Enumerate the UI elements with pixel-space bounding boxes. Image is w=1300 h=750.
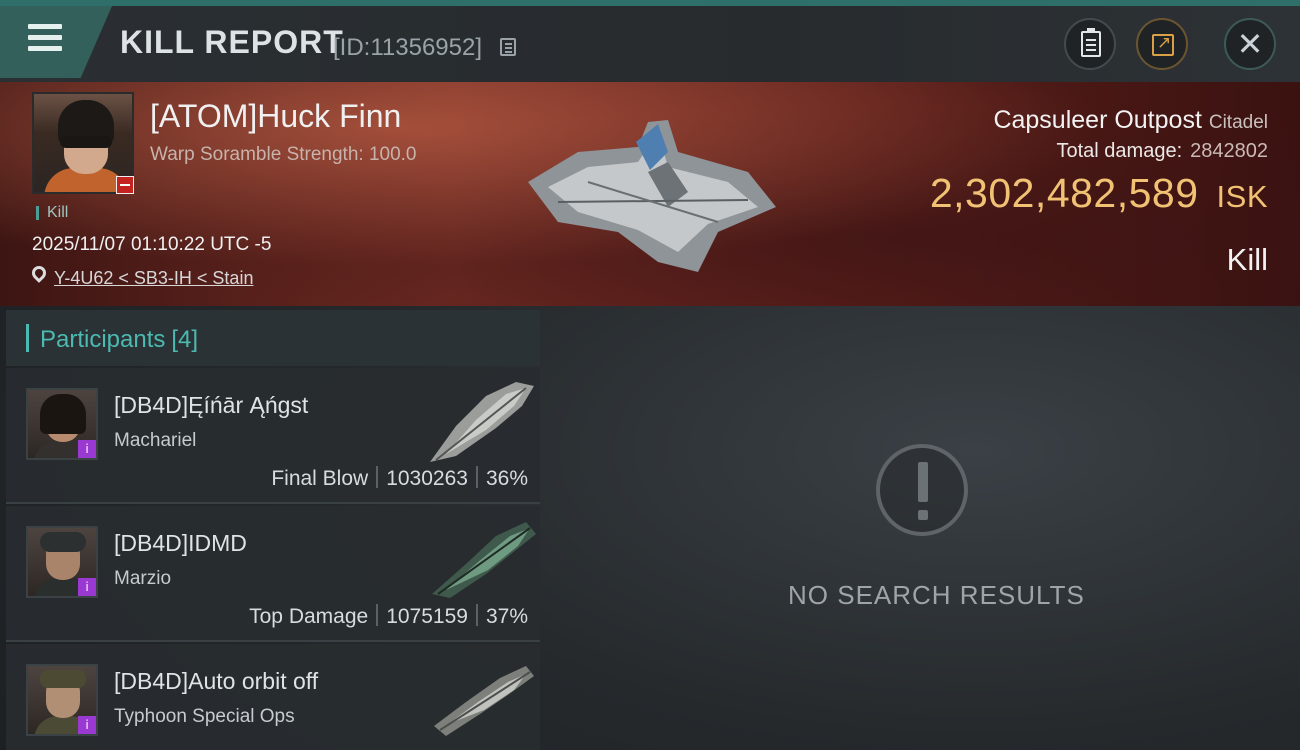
share-icon xyxy=(1152,33,1174,56)
location-pin-icon xyxy=(29,263,49,283)
total-damage-value: 2842802 xyxy=(1190,140,1268,162)
clipboard-button[interactable] xyxy=(1064,18,1116,70)
participant-role: Top Damage xyxy=(249,605,369,628)
close-icon: ✕ xyxy=(1236,25,1264,63)
participant-ship: Machariel xyxy=(114,430,197,451)
total-damage-label: Total damage: xyxy=(1056,140,1183,162)
clipboard-icon xyxy=(1081,28,1101,57)
total-damage: Total damage: 2842802 xyxy=(1056,140,1268,163)
kill-timestamp: 2025/11/07 01:10:22 UTC -5 xyxy=(32,234,272,255)
participant-name: [DB4D]Auto orbit off xyxy=(114,668,319,694)
close-button[interactable]: ✕ xyxy=(1224,18,1276,70)
participant-role: Final Blow xyxy=(271,467,369,490)
hamburger-icon xyxy=(28,24,62,57)
participant-damage: 1030263 xyxy=(386,467,468,490)
page-title: KILL REPORT xyxy=(120,24,344,60)
participant-avatar[interactable]: i xyxy=(26,526,98,598)
warp-scramble-strength: Warp Soramble Strength: 100.0 xyxy=(150,144,417,165)
participant-stats: Top Damage 1075159 37% xyxy=(249,604,528,629)
participant-ship: Marzio xyxy=(114,568,172,589)
kill-id: [ID:11356952] xyxy=(333,34,483,61)
participant-damage: 1075159 xyxy=(386,605,468,628)
participant-stats: Final Blow 1030263 36% xyxy=(271,466,528,491)
participant-ship: Typhoon Special Ops xyxy=(114,706,295,727)
hostile-badge-icon xyxy=(116,176,134,194)
participant-avatar[interactable]: i xyxy=(26,388,98,460)
participant-percent: 37% xyxy=(485,605,528,628)
location-link[interactable]: Y-4U62 < SB3-IH < Stain xyxy=(54,268,253,289)
participant-row[interactable]: i [DB4D]Auto orbit off Typhoon Special O… xyxy=(6,644,540,750)
kill-tag: Kill xyxy=(36,205,68,221)
kill-result: Kill xyxy=(1226,242,1268,277)
victim-name[interactable]: [ATOM]Huck Finn xyxy=(150,98,401,135)
participants-panel: Participants [4] i [DB4D]Ęíńār Ąńgst Mach… xyxy=(6,310,540,750)
participant-name: [DB4D]IDMD xyxy=(114,530,247,556)
participant-percent: 36% xyxy=(485,467,528,490)
battleship-marzio-icon xyxy=(432,522,536,598)
target-class: Citadel xyxy=(1208,112,1268,133)
copy-icon[interactable] xyxy=(500,38,516,56)
kill-banner: [ATOM]Huck Finn Warp Soramble Strength: … xyxy=(0,82,1300,306)
participant-row[interactable]: i [DB4D]Ęíńār Ąńgst Machariel Final Blow… xyxy=(6,368,540,504)
info-badge-icon: i xyxy=(78,716,96,734)
header-bar: KILL REPORT [ID:11356952] ✕ xyxy=(0,6,1300,82)
isk-unit: ISK xyxy=(1216,179,1268,214)
target-structure: Capsuleer Outpost xyxy=(993,106,1202,134)
participant-row[interactable]: i [DB4D]IDMD Marzio Top Damage 1075159 37% xyxy=(6,506,540,642)
share-button[interactable] xyxy=(1136,18,1188,70)
participant-avatar[interactable]: i xyxy=(26,664,98,736)
participant-name: [DB4D]Ęíńār Ąńgst xyxy=(114,392,309,418)
participants-label: Participants xyxy=(40,326,166,353)
participants-count: [4] xyxy=(171,326,199,353)
target-name: Capsuleer Outpost Citadel xyxy=(993,106,1268,135)
participants-header[interactable]: Participants [4] xyxy=(6,310,540,366)
battleship-machariel-icon xyxy=(430,382,534,462)
isk-amount: 2,302,482,589 xyxy=(929,170,1199,216)
menu-button[interactable] xyxy=(0,6,112,78)
battleship-typhoon-icon xyxy=(434,666,534,736)
empty-state-text: NO SEARCH RESULTS xyxy=(788,580,1085,610)
alert-icon xyxy=(876,444,968,536)
info-badge-icon: i xyxy=(78,440,96,458)
citadel-structure-icon xyxy=(528,120,776,272)
info-badge-icon: i xyxy=(78,578,96,596)
isk-value: 2,302,482,589 ISK xyxy=(930,170,1268,217)
